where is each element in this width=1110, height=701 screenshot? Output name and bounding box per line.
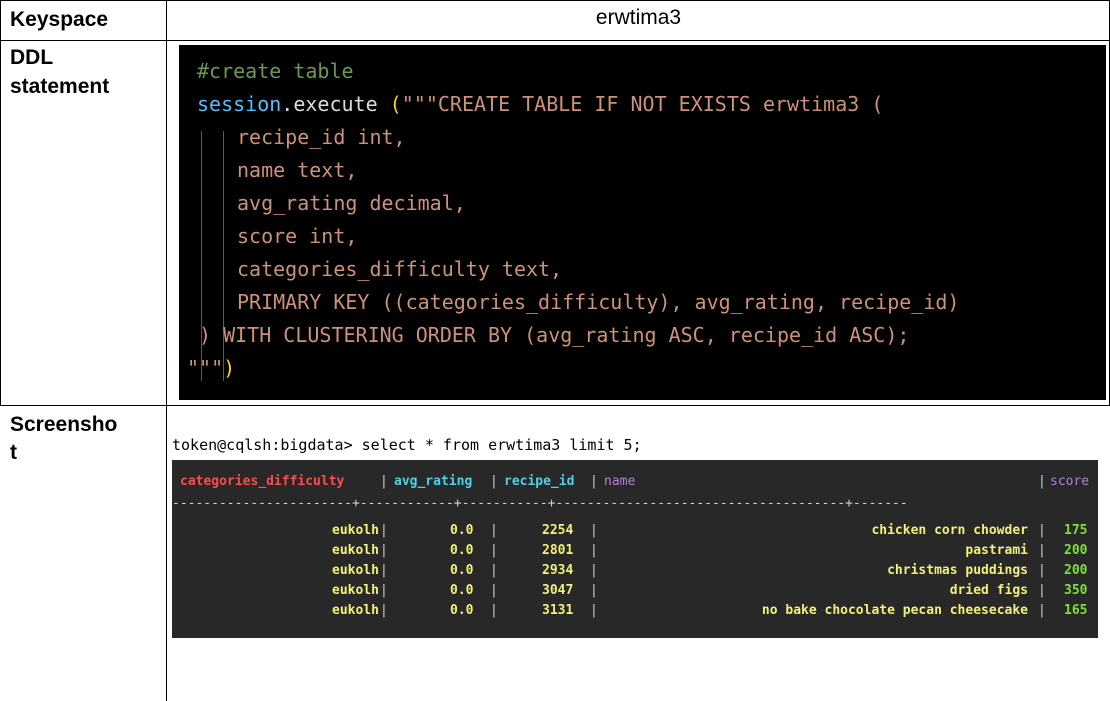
- ddl-code-block: #create table session.execute ("""CREATE…: [179, 45, 1106, 400]
- code-close-string: """: [187, 356, 224, 380]
- header-recipe-id: recipe_id: [504, 474, 575, 489]
- cell-categories-difficulty: eukolh: [332, 563, 379, 578]
- cell-score: 165: [1064, 603, 1088, 618]
- cell-categories-difficulty: eukolh: [332, 603, 379, 618]
- code-open-paren: (: [377, 92, 402, 116]
- column-separator: |: [490, 543, 498, 558]
- header-score: score: [1050, 474, 1090, 489]
- cell-name: no bake chocolate pecan cheesecake: [761, 603, 1028, 618]
- column-separator: |: [380, 603, 388, 618]
- column-separator: |: [590, 474, 598, 489]
- cell-name: chicken corn chowder: [871, 523, 1028, 538]
- cell-recipe-id: 2934: [542, 563, 574, 578]
- cell-avg-rating: 0.0: [450, 563, 474, 578]
- code-column-def: score int,: [237, 224, 358, 248]
- screenshot-label-line2: t: [10, 441, 17, 464]
- column-separator: |: [590, 563, 598, 578]
- cell-name: pastrami: [965, 543, 1028, 558]
- keyspace-label: Keyspace: [10, 8, 109, 31]
- cell-avg-rating: 0.0: [450, 583, 474, 598]
- code-line-close: """): [187, 352, 235, 385]
- code-column-def: categories_difficulty text,: [237, 257, 563, 281]
- code-column-def: name text,: [237, 158, 358, 182]
- column-separator: |: [490, 563, 498, 578]
- cell-recipe-id: 2801: [542, 543, 574, 558]
- header-categories-difficulty: categories_difficulty: [180, 474, 345, 489]
- result-row: eukolh | 0.0 | 3131 | no bake chocolate …: [172, 601, 1098, 621]
- code-column-def: avg_rating decimal,: [237, 191, 466, 215]
- column-separator: |: [1038, 474, 1046, 489]
- column-separator: |: [490, 603, 498, 618]
- result-separator-row: -----------------------+------------+---…: [172, 494, 1098, 514]
- column-separator: |: [1038, 603, 1046, 618]
- column-separator: |: [380, 563, 388, 578]
- column-separator: |: [490, 523, 498, 538]
- cell-recipe-id: 2254: [542, 523, 574, 538]
- cell-name: dried figs: [949, 583, 1028, 598]
- code-object: session: [197, 92, 282, 116]
- result-row: eukolh | 0.0 | 2934 | christmas puddings…: [172, 561, 1098, 581]
- code-method: execute: [293, 92, 378, 116]
- column-separator: |: [1038, 563, 1046, 578]
- query-result-terminal: categories_difficulty | avg_rating | rec…: [172, 460, 1098, 638]
- cell-avg-rating: 0.0: [450, 523, 474, 538]
- cqlsh-prompt: token@cqlsh:bigdata> select * from erwti…: [172, 436, 642, 454]
- column-separator: |: [1038, 543, 1046, 558]
- result-row: eukolh | 0.0 | 2801 | pastrami | 200: [172, 541, 1098, 561]
- column-separator: |: [1038, 583, 1046, 598]
- cell-score: 175: [1064, 523, 1088, 538]
- code-comment: #create table: [197, 59, 354, 83]
- code-create-table: """CREATE TABLE IF NOT EXISTS erwtima3 (: [401, 92, 884, 116]
- cell-avg-rating: 0.0: [450, 603, 474, 618]
- column-separator: |: [490, 583, 498, 598]
- column-separator: |: [380, 583, 388, 598]
- code-primary-key: PRIMARY KEY ((categories_difficulty), av…: [237, 290, 960, 314]
- cell-score: 350: [1064, 583, 1088, 598]
- cell-recipe-id: 3131: [542, 603, 574, 618]
- header-avg-rating: avg_rating: [394, 474, 473, 489]
- code-line-comment: #create table: [197, 55, 354, 88]
- cell-categories-difficulty: eukolh: [332, 523, 379, 538]
- column-divider: [166, 0, 167, 701]
- code-dot: .: [281, 92, 294, 116]
- result-header-row: categories_difficulty | avg_rating | rec…: [172, 472, 1098, 492]
- ddl-label-line1: DDL: [10, 46, 54, 69]
- cell-avg-rating: 0.0: [450, 543, 474, 558]
- column-separator: |: [590, 523, 598, 538]
- column-separator: |: [590, 543, 598, 558]
- column-separator: |: [380, 474, 388, 489]
- column-separator: |: [490, 474, 498, 489]
- code-close-paren: ): [223, 356, 236, 380]
- ddl-label-line2: statement: [10, 75, 110, 98]
- header-name: name: [604, 474, 636, 489]
- header-separator: -----------------------+------------+---…: [172, 496, 908, 511]
- document-table: Keyspace erwtima3 DDL statement #create …: [0, 0, 1110, 701]
- column-separator: |: [590, 603, 598, 618]
- code-clustering-order: ) WITH CLUSTERING ORDER BY (avg_rating A…: [199, 323, 910, 347]
- cell-categories-difficulty: eukolh: [332, 543, 379, 558]
- cell-name: christmas puddings: [887, 563, 1028, 578]
- cell-recipe-id: 3047: [542, 583, 574, 598]
- code-line-execute: session.execute ("""CREATE TABLE IF NOT …: [197, 88, 883, 121]
- keyspace-value: erwtima3: [595, 6, 682, 29]
- cell-score: 200: [1064, 543, 1088, 558]
- column-separator: |: [380, 523, 388, 538]
- code-column-def: recipe_id int,: [237, 125, 406, 149]
- column-separator: |: [380, 543, 388, 558]
- cell-categories-difficulty: eukolh: [332, 583, 379, 598]
- result-row: eukolh | 0.0 | 3047 | dried figs | 350: [172, 581, 1098, 601]
- cell-score: 200: [1064, 563, 1088, 578]
- screenshot-label-line1: Screensho: [10, 413, 118, 436]
- column-separator: |: [1038, 523, 1046, 538]
- result-row: eukolh | 0.0 | 2254 | chicken corn chowd…: [172, 521, 1098, 541]
- column-separator: |: [590, 583, 598, 598]
- table-border-left: [0, 0, 1, 406]
